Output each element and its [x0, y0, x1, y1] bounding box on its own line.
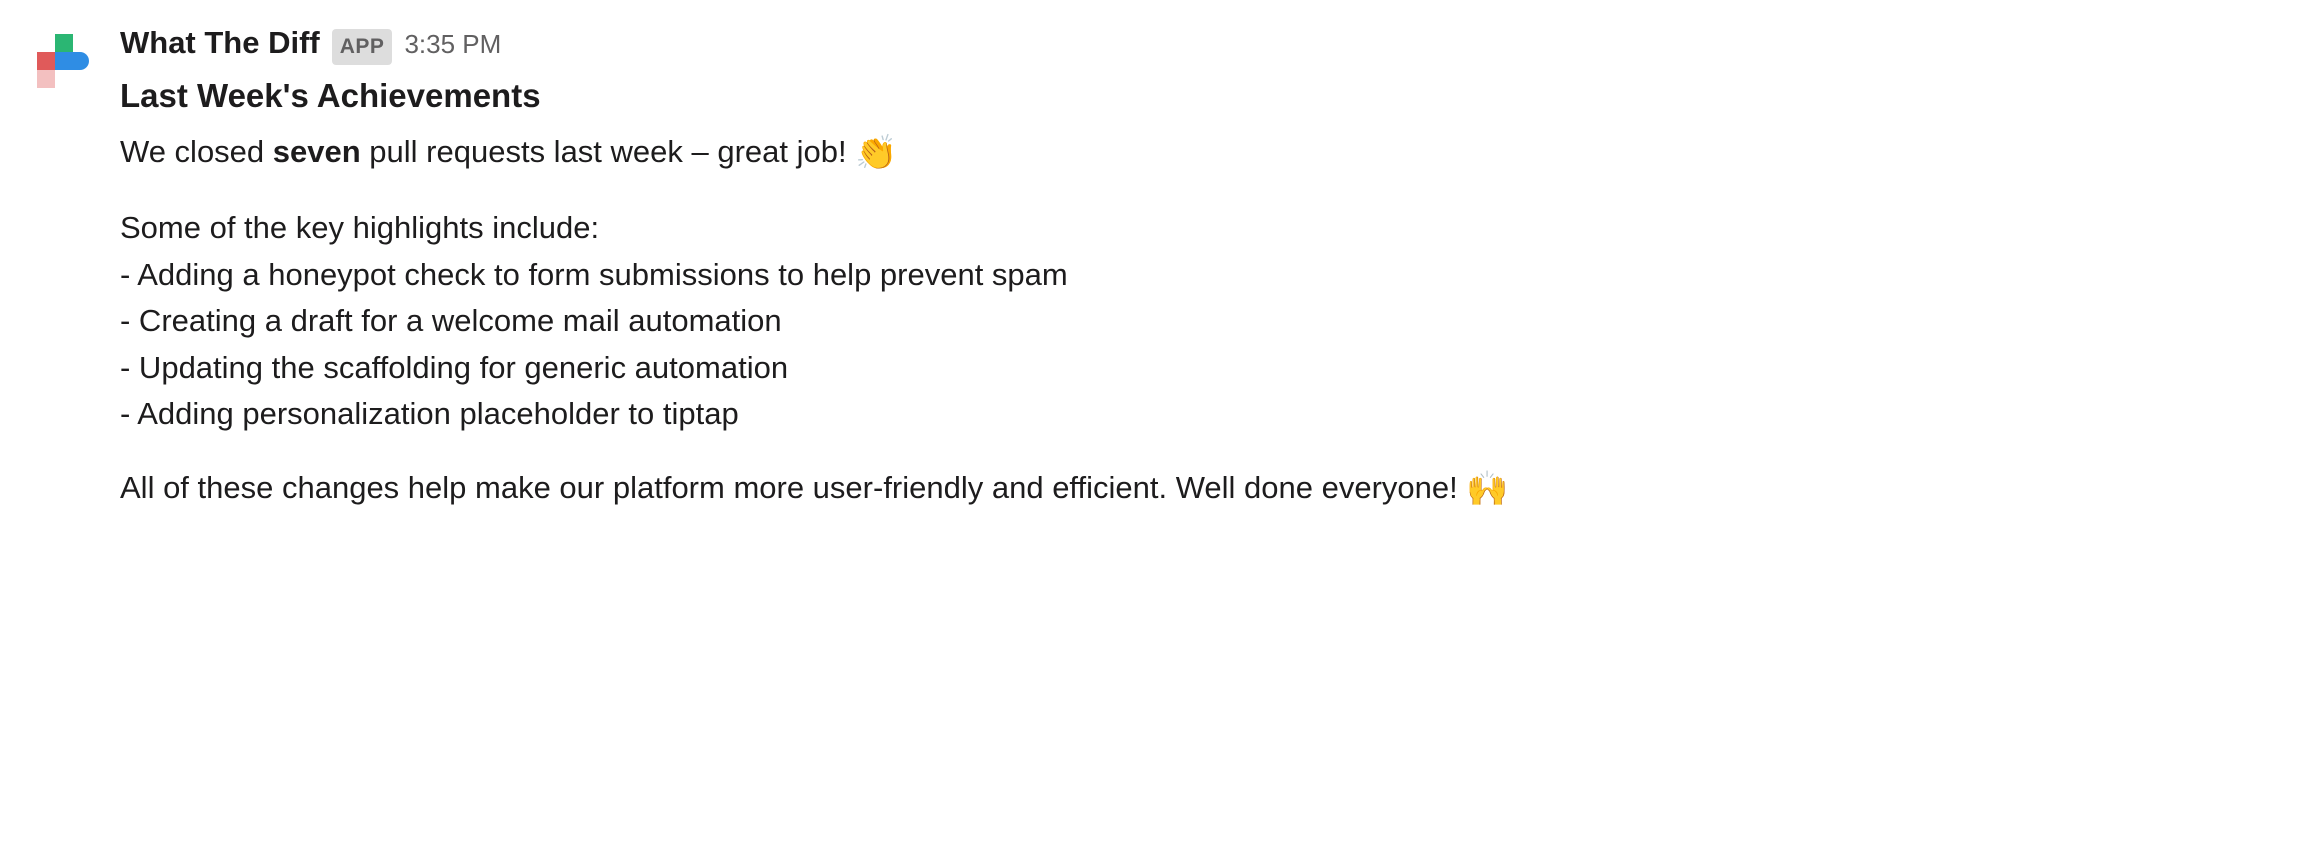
message-header: What The Diff APP 3:35 PM — [120, 20, 2290, 67]
highlights-list: - Adding a honeypot check to form submis… — [120, 252, 2290, 438]
summary-prefix: We closed — [120, 134, 273, 169]
app-avatar[interactable] — [30, 26, 102, 98]
timestamp[interactable]: 3:35 PM — [404, 25, 501, 64]
app-logo-icon — [30, 26, 102, 98]
closing-text: All of these changes help make our platf… — [120, 470, 1466, 505]
highlights-intro: Some of the key highlights include: — [120, 205, 2290, 252]
summary-count: seven — [273, 134, 361, 169]
clap-emoji-icon: 👏 — [855, 134, 897, 172]
message-content: What The Diff APP 3:35 PM Last Week's Ac… — [120, 20, 2290, 515]
list-item: - Creating a draft for a welcome mail au… — [120, 298, 2290, 345]
list-item: - Adding a honeypot check to form submis… — [120, 252, 2290, 299]
app-badge: APP — [332, 29, 393, 65]
slack-message: What The Diff APP 3:35 PM Last Week's Ac… — [30, 20, 2290, 515]
closing-line: All of these changes help make our platf… — [120, 464, 2290, 515]
sender-name[interactable]: What The Diff — [120, 20, 320, 67]
summary-line: We closed seven pull requests last week … — [120, 128, 2290, 179]
summary-suffix: pull requests last week – great job! — [361, 134, 856, 169]
list-item: - Updating the scaffolding for generic a… — [120, 345, 2290, 392]
raised-hands-emoji-icon: 🙌 — [1466, 470, 1508, 508]
list-item: - Adding personalization placeholder to … — [120, 391, 2290, 438]
message-body: We closed seven pull requests last week … — [120, 128, 2290, 515]
message-title: Last Week's Achievements — [120, 71, 2290, 121]
